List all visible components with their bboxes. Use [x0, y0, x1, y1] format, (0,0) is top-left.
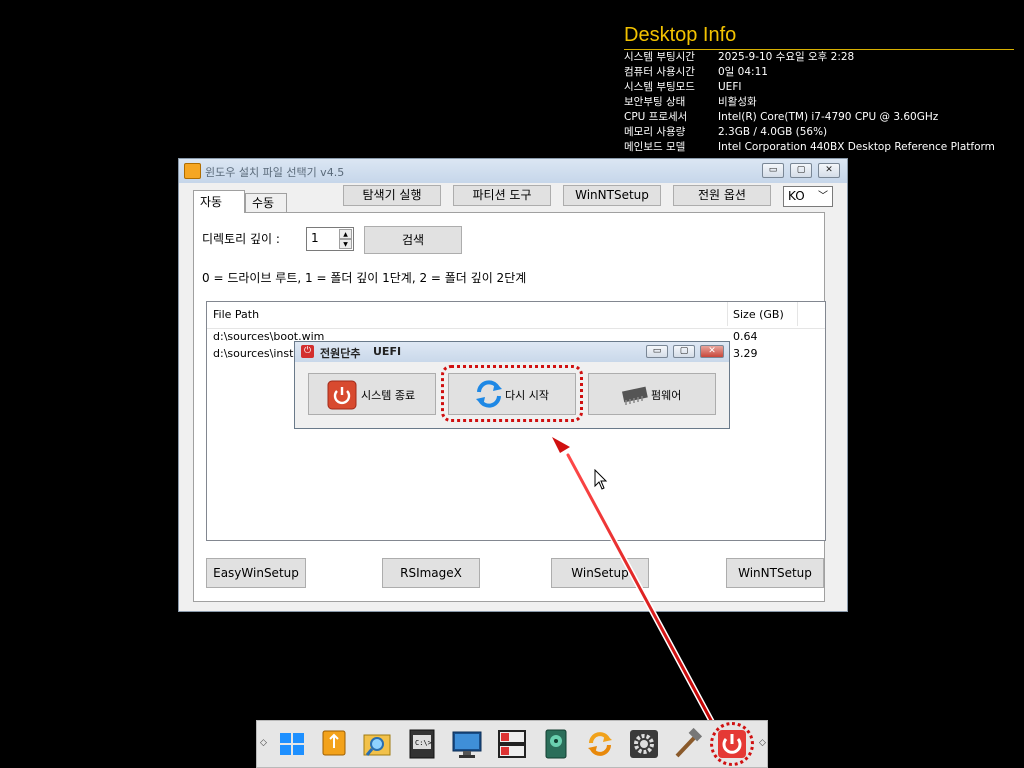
tools-icon[interactable]: [671, 727, 705, 761]
taskbar-right-arrow-icon[interactable]: ◇: [759, 738, 766, 748]
monitor-icon[interactable]: [450, 727, 484, 761]
windows-start-icon[interactable]: [275, 727, 309, 761]
usb-drive-icon[interactable]: [317, 727, 351, 761]
console-icon[interactable]: C:\>: [405, 727, 439, 761]
annotation-arrow: [549, 434, 715, 725]
tab-auto[interactable]: 자동: [193, 190, 245, 213]
disk-icon[interactable]: [539, 727, 573, 761]
svg-text:C:\>: C:\>: [415, 739, 432, 747]
taskbar-left-arrow-icon[interactable]: ◇: [260, 738, 267, 748]
mouse-cursor-icon: [594, 469, 608, 490]
file-search-icon[interactable]: [361, 727, 395, 761]
partition-icon[interactable]: [495, 727, 529, 761]
taskbar: ◇ ◇ C:\>: [256, 720, 768, 768]
power-highlight: [710, 722, 754, 766]
settings-icon[interactable]: [627, 727, 661, 761]
refresh-icon[interactable]: [583, 727, 617, 761]
